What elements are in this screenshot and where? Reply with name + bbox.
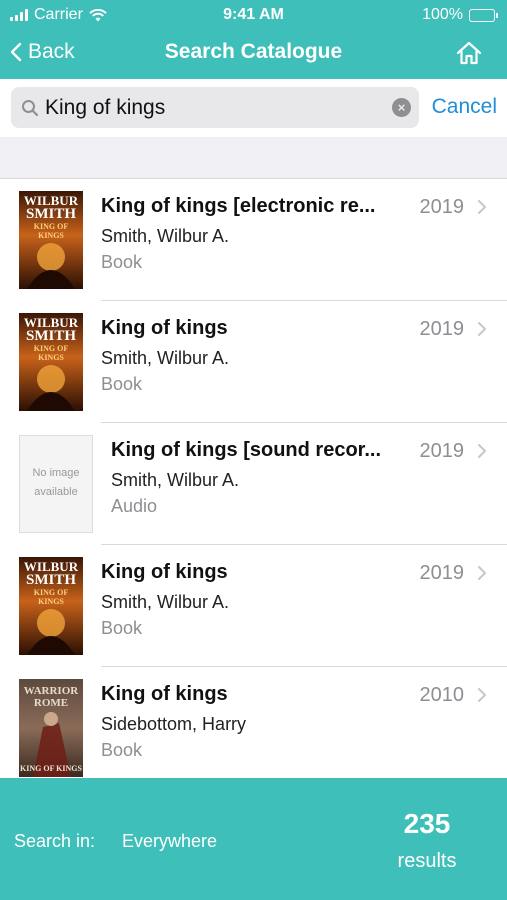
results-count: 235 (403, 808, 451, 839)
search-icon (22, 100, 39, 117)
chevron-right-icon (478, 566, 486, 580)
result-author: Smith, Wilbur A. (101, 226, 230, 246)
results-footer: Search in: Everywhere 235 results (0, 778, 507, 900)
result-format: Audio (111, 496, 158, 516)
result-title: King of kings (101, 561, 228, 583)
book-cover: WILBUR SMITH KING OF KINGS (19, 313, 83, 411)
result-year: 2019 (419, 318, 465, 340)
status-right: 100% (422, 6, 498, 24)
section-spacer (0, 137, 507, 179)
result-author: Smith, Wilbur A. (101, 348, 230, 368)
result-year: 2019 (419, 562, 465, 584)
result-title: King of kings [electronic re... (101, 195, 376, 217)
list-item[interactable]: WILBUR SMITH KING OF KINGS King of kings… (0, 301, 507, 423)
cover-text: KINGS (38, 597, 64, 606)
result-year: 2019 (419, 440, 465, 462)
clear-icon[interactable]: × (392, 98, 411, 117)
cover-text: SMITH (25, 328, 76, 344)
cancel-button[interactable]: Cancel (432, 95, 497, 119)
result-format: Book (101, 252, 143, 272)
chevron-left-icon (10, 42, 22, 62)
cover-text: KINGS (38, 231, 64, 240)
cover-text: KING OF (33, 588, 69, 597)
cover-text: KING OF (33, 222, 69, 231)
result-title: King of kings (101, 317, 228, 339)
result-title: King of kings [sound recor... (111, 439, 382, 461)
cover-text: KING OF (33, 344, 69, 353)
no-image-placeholder: No image available (19, 435, 93, 533)
cover-text: KING OF KINGS (20, 764, 82, 773)
chevron-right-icon (478, 444, 486, 458)
book-cover: WILBUR SMITH KING OF KINGS (19, 557, 83, 655)
result-author: Smith, Wilbur A. (111, 470, 240, 490)
result-year: 2019 (419, 196, 465, 218)
page-title: Search Catalogue (164, 40, 343, 63)
search-row: × Cancel (0, 79, 507, 137)
cover-text: SMITH (25, 206, 76, 222)
list-item[interactable]: WILBUR SMITH KING OF KINGS King of kings… (0, 179, 507, 301)
chevron-right-icon (478, 322, 486, 336)
result-format: Book (101, 618, 143, 638)
result-year: 2010 (419, 684, 465, 706)
search-input[interactable] (45, 87, 385, 128)
cover-text: WARRIOR (23, 685, 79, 697)
status-bar: Carrier 9:41 AM 100% (0, 0, 507, 30)
book-cover: WILBUR SMITH KING OF KINGS (19, 191, 83, 289)
list-item[interactable]: WARRIOR ROME KING OF KINGS King of kings… (0, 667, 507, 778)
cover-text: KINGS (38, 353, 64, 362)
list-item[interactable]: No image available King of kings [sound … (0, 423, 507, 545)
result-author: Sidebottom, Harry (101, 714, 247, 734)
results-list: WILBUR SMITH KING OF KINGS King of kings… (0, 179, 507, 778)
cover-text: SMITH (25, 572, 76, 588)
search-field[interactable]: × (11, 87, 419, 128)
header-bar: Carrier 9:41 AM 100% Back Search Catalog… (0, 0, 507, 79)
result-format: Book (101, 740, 143, 760)
results-count-label: results (397, 850, 457, 872)
result-format: Book (101, 374, 143, 394)
cover-text: ROME (33, 697, 69, 709)
chevron-right-icon (478, 688, 486, 702)
book-cover: WARRIOR ROME KING OF KINGS (19, 679, 83, 777)
back-button[interactable]: Back (10, 40, 75, 64)
search-in-label: Search in: (14, 831, 96, 851)
battery-icon (469, 8, 498, 22)
search-scope-selector[interactable]: Everywhere (122, 831, 217, 852)
placeholder-text: available (34, 486, 78, 498)
result-title: King of kings (101, 683, 228, 705)
list-item[interactable]: WILBUR SMITH KING OF KINGS King of kings… (0, 545, 507, 667)
battery-percent: 100% (422, 6, 463, 23)
placeholder-text: No image (32, 467, 80, 479)
navigation-bar: Back Search Catalogue (0, 30, 507, 79)
home-icon[interactable] (455, 40, 483, 66)
chevron-right-icon (478, 200, 486, 214)
result-author: Smith, Wilbur A. (101, 592, 230, 612)
back-label: Back (28, 40, 75, 63)
